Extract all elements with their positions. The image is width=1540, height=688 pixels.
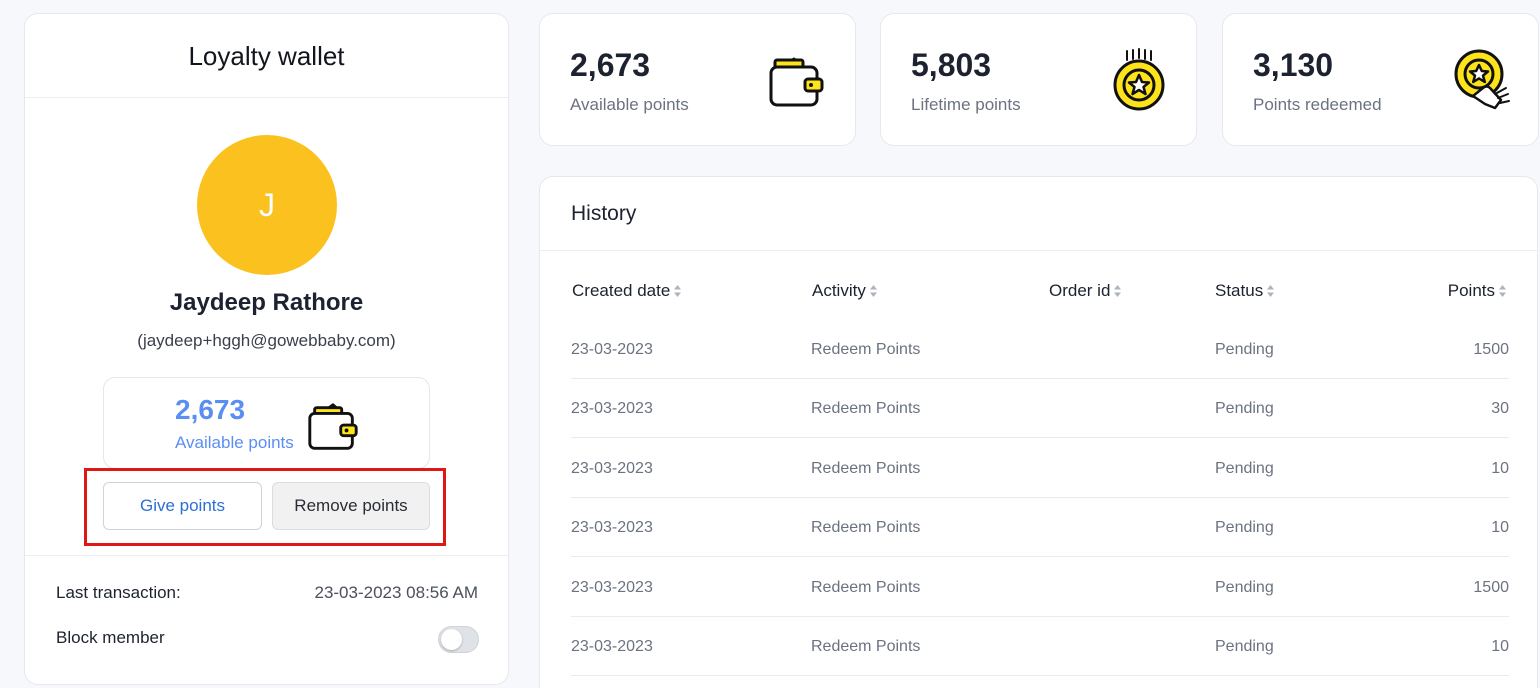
cell-created-date: 23-03-2023	[571, 460, 653, 477]
sort-icon	[869, 284, 877, 297]
available-points-label: Available points	[175, 433, 294, 452]
divider	[540, 250, 1537, 251]
stat-label: Available points	[570, 95, 689, 114]
stat-card-available-points: 2,673 Available points	[539, 13, 856, 146]
column-header-order-id[interactable]: Order id	[1049, 281, 1122, 301]
table-row: 23-03-2023 Redeem Points Pending 30	[571, 379, 1509, 438]
cell-status: Pending	[1215, 638, 1274, 655]
give-points-button[interactable]: Give points	[103, 482, 262, 530]
cell-points: 10	[1491, 519, 1509, 536]
star-coin-icon	[1113, 48, 1165, 111]
stat-card-points-redeemed: 3,130 Points redeemed	[1222, 13, 1539, 146]
cell-status: Pending	[1215, 579, 1274, 596]
column-header-created-date[interactable]: Created date	[572, 281, 682, 301]
sort-icon	[674, 284, 682, 297]
cell-points: 30	[1491, 400, 1509, 417]
column-label: Order id	[1049, 281, 1111, 300]
toggle-knob	[441, 629, 462, 650]
divider	[25, 555, 508, 556]
cell-status: Pending	[1215, 341, 1274, 358]
cell-points: 1500	[1473, 579, 1509, 596]
cell-activity: Redeem Points	[811, 341, 921, 358]
sort-icon	[1499, 284, 1506, 297]
cell-points: 10	[1491, 638, 1509, 655]
member-name: Jaydeep Rathore	[169, 289, 364, 316]
history-title: History	[571, 202, 637, 225]
column-header-points[interactable]: Points	[1448, 281, 1507, 301]
column-label: Activity	[812, 281, 866, 300]
table-row: 23-03-2023 Redeem Points Pending 10	[571, 439, 1509, 498]
block-member-label: Block member	[56, 628, 165, 647]
member-email: (jaydeep+hggh@gowebbaby.com)	[137, 331, 396, 350]
column-header-status[interactable]: Status	[1215, 281, 1275, 301]
stat-label: Points redeemed	[1253, 95, 1382, 114]
cell-status: Pending	[1215, 519, 1274, 536]
available-points-value: 2,673	[175, 394, 246, 425]
remove-points-button[interactable]: Remove points	[272, 482, 430, 530]
wallet-title: Loyalty wallet	[25, 14, 508, 98]
block-member-toggle[interactable]	[438, 626, 479, 653]
history-card: History Created date Activity Order id S…	[539, 176, 1538, 688]
table-row: 23-03-2023 Redeem Points Pending 10	[571, 498, 1509, 557]
stat-label: Lifetime points	[911, 95, 1021, 114]
cell-points: 10	[1491, 460, 1509, 477]
column-label: Status	[1215, 281, 1264, 300]
cell-activity: Redeem Points	[811, 579, 921, 596]
wallet-icon	[769, 57, 824, 107]
column-label: Created date	[572, 281, 671, 300]
table-row: 23-03-2023 Redeem Points Pending 1500	[571, 320, 1509, 379]
cell-activity: Redeem Points	[811, 519, 921, 536]
column-header-activity[interactable]: Activity	[812, 281, 878, 301]
stat-value: 2,673	[570, 47, 651, 83]
cell-points: 1500	[1473, 341, 1509, 358]
cell-status: Pending	[1215, 460, 1274, 477]
cell-created-date: 23-03-2023	[571, 638, 653, 655]
last-transaction-label: Last transaction:	[56, 583, 181, 602]
cell-created-date: 23-03-2023	[571, 579, 653, 596]
available-points-box: 2,673 Available points	[103, 377, 430, 469]
cell-status: Pending	[1215, 400, 1274, 417]
cell-created-date: 23-03-2023	[571, 400, 653, 417]
loyalty-wallet-card: Loyalty wallet J Jaydeep Rathore (jaydee…	[24, 13, 509, 685]
sort-icon	[1267, 284, 1275, 297]
cell-activity: Redeem Points	[811, 400, 921, 417]
cell-activity: Redeem Points	[811, 638, 921, 655]
table-row: 23-03-2023 Redeem Points Pending 10	[571, 617, 1509, 676]
last-transaction-value: 23-03-2023 08:56 AM	[314, 583, 478, 602]
stat-value: 5,803	[911, 47, 992, 83]
wallet-icon	[308, 403, 358, 450]
column-label: Points	[1447, 281, 1495, 300]
stat-value: 3,130	[1253, 47, 1334, 83]
cell-created-date: 23-03-2023	[571, 519, 653, 536]
cell-created-date: 23-03-2023	[571, 341, 653, 358]
cell-activity: Redeem Points	[811, 460, 921, 477]
table-row: 23-03-2023 Redeem Points Pending 1500	[571, 558, 1509, 617]
avatar: J	[197, 135, 337, 275]
stat-card-lifetime-points: 5,803 Lifetime points	[880, 13, 1197, 146]
redeem-coin-icon	[1454, 49, 1510, 110]
sort-icon	[1114, 284, 1122, 297]
